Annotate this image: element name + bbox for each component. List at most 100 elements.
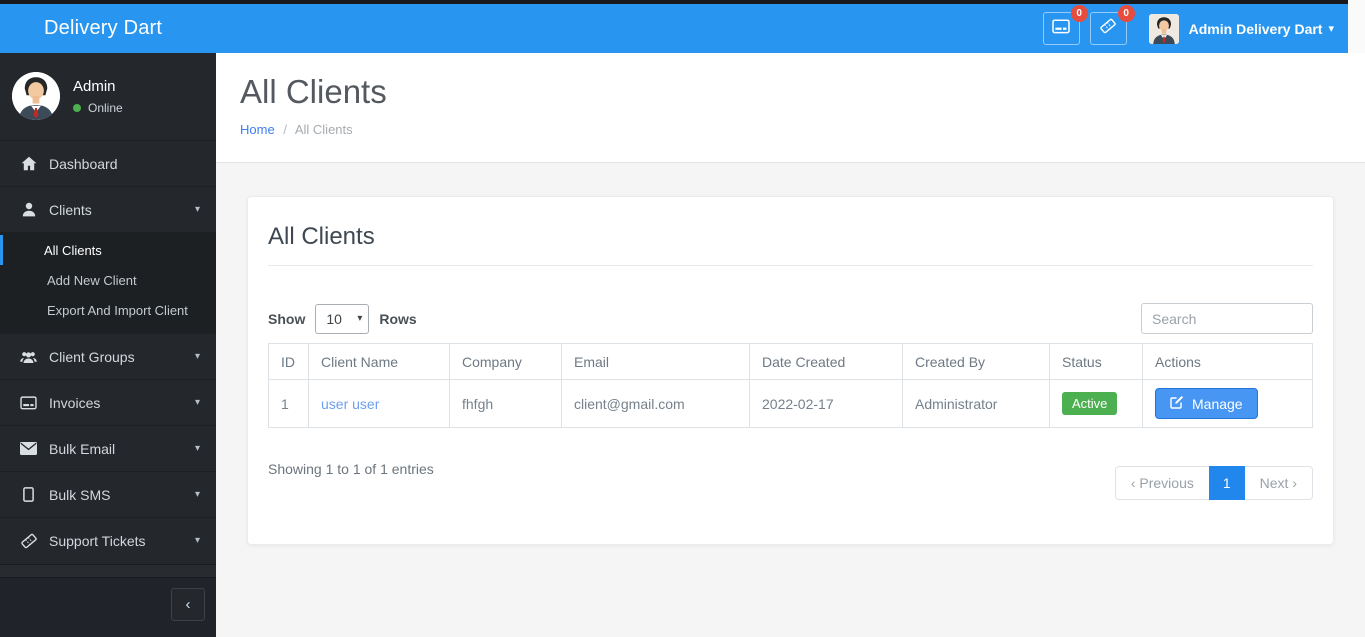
- rows-label: Rows: [379, 310, 417, 327]
- sidebar-avatar: [12, 72, 60, 120]
- breadcrumb-current: All Clients: [294, 122, 353, 137]
- breadcrumb: Home / All Clients: [240, 122, 1341, 137]
- sidebar-user-panel: Admin Online: [0, 53, 216, 140]
- chevron-left-icon: ‹: [185, 596, 191, 613]
- user-icon: [20, 202, 37, 217]
- online-status-label: Online: [88, 100, 123, 115]
- table-footer: Showing 1 to 1 of 1 entries ‹ Previous 1…: [268, 452, 1313, 500]
- manage-button[interactable]: Manage: [1155, 388, 1258, 419]
- header-date-created: Date Created: [749, 343, 903, 380]
- sidebar-item-add-new-client[interactable]: Add New Client: [0, 265, 216, 295]
- main-content: All Clients Home / All Clients All Clien…: [216, 53, 1365, 637]
- sidebar-item-clients[interactable]: Clients ▾: [0, 186, 216, 232]
- cell-date-created: 2022-02-17: [749, 379, 903, 428]
- invoices-badge: 0: [1070, 5, 1088, 22]
- sidebar-item-support-tickets[interactable]: Support Tickets ▾: [0, 517, 216, 563]
- header-company: Company: [449, 343, 562, 380]
- edit-icon: [1170, 395, 1184, 412]
- cell-company: fhfgh: [449, 379, 562, 428]
- card-title: All Clients: [268, 223, 375, 250]
- rows-per-page-select[interactable]: 10: [316, 304, 369, 333]
- table-row: 1 user user fhfgh client@gmail.com 2022-…: [268, 379, 1313, 428]
- sidebar-item-all-clients[interactable]: All Clients: [0, 235, 216, 265]
- sidebar-user-info: Admin Online: [73, 78, 123, 115]
- content-header: All Clients Home / All Clients: [216, 53, 1365, 163]
- chevron-down-icon: ▾: [1328, 23, 1334, 35]
- cell-status: Active: [1049, 379, 1143, 428]
- sidebar-item-label: Clients: [49, 201, 92, 218]
- sidebar-item-bulk-sms[interactable]: Bulk SMS ▾: [0, 471, 216, 517]
- rows-select-wrap: 10 ▾: [315, 303, 370, 334]
- sidebar-item-client-groups[interactable]: Client Groups ▾: [0, 333, 216, 379]
- user-menu-label: Admin Delivery Dart: [1188, 20, 1323, 37]
- breadcrumb-separator: /: [283, 122, 287, 137]
- sidebar-item-bulk-email[interactable]: Bulk Email ▾: [0, 425, 216, 471]
- users-icon: [20, 350, 37, 364]
- cell-id: 1: [268, 379, 309, 428]
- table-header-row: ID Client Name Company Email Date Create…: [268, 343, 1313, 380]
- table-toolbar: Show 10 ▾ Rows: [268, 303, 1313, 334]
- clients-table: ID Client Name Company Email Date Create…: [268, 343, 1313, 428]
- sidebar-item-label: Bulk SMS: [49, 486, 111, 503]
- chevron-down-icon: ▾: [194, 489, 200, 500]
- header-client-name: Client Name: [308, 343, 450, 380]
- sidebar-item-label: Support Tickets: [49, 532, 146, 549]
- cell-client-name: user user: [308, 379, 450, 428]
- page-title: All Clients: [240, 73, 387, 110]
- chevron-down-icon: ▾: [194, 443, 200, 454]
- entries-summary: Showing 1 to 1 of 1 entries: [268, 461, 434, 477]
- brand-title[interactable]: Delivery Dart: [44, 17, 162, 40]
- sidebar: Admin Online Dashboard Clients ▾ All Cli…: [0, 53, 216, 637]
- sidebar-item-export-import-client[interactable]: Export And Import Client: [0, 295, 216, 325]
- sidebar-item-label: Dashboard: [49, 155, 118, 172]
- pagination-page-1-button[interactable]: 1: [1208, 466, 1245, 500]
- sidebar-item-label: Bulk Email: [49, 440, 116, 457]
- sidebar-item-dashboard[interactable]: Dashboard: [0, 140, 216, 186]
- online-status-dot: [73, 103, 81, 112]
- top-navbar: Delivery Dart 0 0 Admin Delivery Dart ▾: [0, 4, 1348, 53]
- tickets-nav-button[interactable]: 0: [1089, 5, 1135, 45]
- chevron-down-icon: ▾: [194, 204, 200, 215]
- sidebar-submenu-clients: All Clients Add New Client Export And Im…: [0, 232, 216, 333]
- header-email: Email: [561, 343, 750, 380]
- cell-email: client@gmail.com: [561, 379, 750, 428]
- tickets-badge: 0: [1117, 5, 1135, 22]
- sidebar-footer: ‹: [0, 578, 216, 637]
- cell-created-by: Administrator: [902, 379, 1050, 428]
- cell-actions: Manage: [1142, 379, 1313, 428]
- envelope-icon: [20, 442, 37, 455]
- sidebar-divider: [0, 564, 216, 578]
- sidebar-user-status: Online: [73, 101, 123, 115]
- scrollbar-gutter: [1348, 0, 1365, 53]
- client-name-link[interactable]: user user: [321, 396, 379, 412]
- breadcrumb-home-link[interactable]: Home: [240, 122, 275, 137]
- user-menu[interactable]: Admin Delivery Dart ▾: [1148, 13, 1334, 44]
- chevron-down-icon: ▾: [194, 351, 200, 362]
- show-label: Show: [268, 310, 306, 327]
- mobile-icon: [20, 487, 37, 502]
- pagination: ‹ Previous 1 Next ›: [1114, 466, 1313, 500]
- sidebar-item-label: Client Groups: [49, 348, 135, 365]
- sidebar-user-name: Admin: [73, 77, 116, 95]
- search-input[interactable]: [1141, 303, 1313, 334]
- user-avatar: [1148, 13, 1179, 44]
- header-id: ID: [268, 343, 309, 380]
- status-badge: Active: [1062, 392, 1118, 415]
- chevron-down-icon: ▾: [194, 397, 200, 408]
- credit-card-icon: [20, 395, 37, 410]
- invoices-nav-button[interactable]: 0: [1042, 5, 1088, 45]
- content-body: All Clients Show 10 ▾ Rows ID Client Na: [216, 163, 1365, 578]
- credit-card-icon: [1052, 18, 1070, 39]
- sidebar-item-invoices[interactable]: Invoices ▾: [0, 379, 216, 425]
- sidebar-menu: Dashboard Clients ▾ All Clients Add New …: [0, 140, 216, 563]
- pagination-previous-button[interactable]: ‹ Previous: [1114, 466, 1210, 500]
- sidebar-collapse-button[interactable]: ‹: [171, 588, 205, 621]
- manage-button-label: Manage: [1192, 395, 1243, 412]
- ticket-icon: [1099, 18, 1117, 39]
- header-status: Status: [1049, 343, 1143, 380]
- sidebar-item-label: Invoices: [49, 394, 101, 411]
- all-clients-card: All Clients Show 10 ▾ Rows ID Client Na: [247, 196, 1334, 545]
- home-icon: [20, 156, 37, 171]
- ticket-icon: [20, 533, 37, 549]
- pagination-next-button[interactable]: Next ›: [1243, 466, 1313, 500]
